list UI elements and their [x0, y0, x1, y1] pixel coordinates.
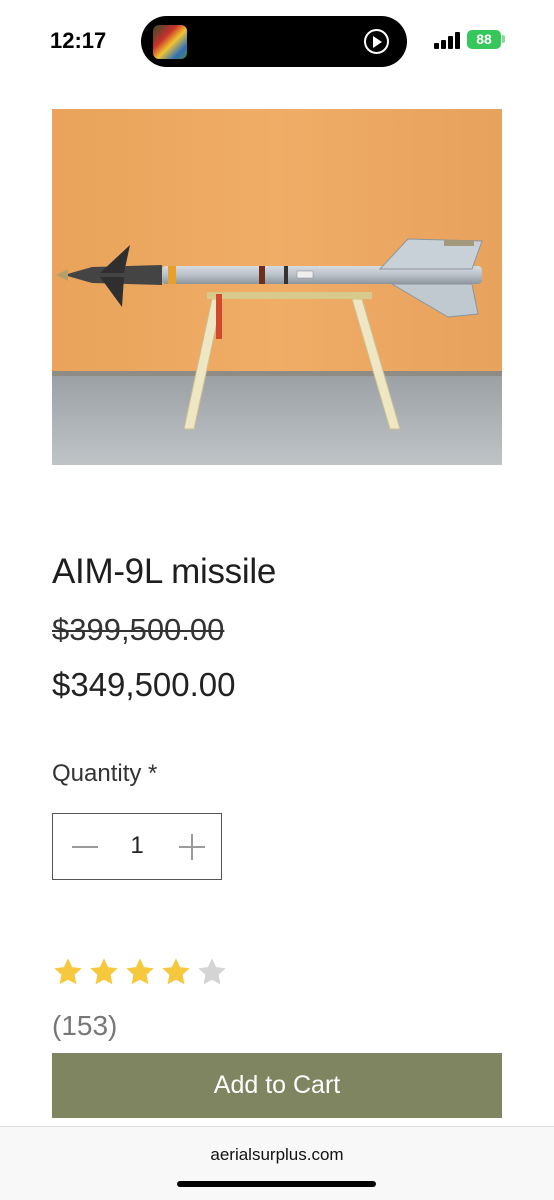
add-to-cart-button[interactable]: Add to Cart [52, 1053, 502, 1118]
sale-price: $349,500.00 [52, 666, 236, 703]
star-icon [126, 958, 154, 985]
increment-icon[interactable] [179, 834, 205, 860]
original-price: $399,500.00 [52, 612, 225, 647]
dynamic-island[interactable] [141, 16, 407, 67]
battery-tip [502, 35, 505, 43]
now-playing-artwork-icon[interactable] [153, 25, 187, 59]
quantity-label: Quantity * [52, 760, 158, 787]
home-indicator[interactable] [177, 1181, 376, 1187]
decrement-icon[interactable] [72, 834, 98, 860]
star-icon [90, 958, 118, 985]
star-empty-icon [198, 958, 226, 985]
product-title: AIM-9L missile [52, 552, 276, 591]
quantity-stepper[interactable]: 1 [52, 813, 222, 880]
browser-url-bar[interactable]: aerialsurplus.com [0, 1126, 554, 1200]
missile-on-stand-image[interactable] [52, 109, 502, 465]
star-icon [162, 958, 190, 985]
quantity-value[interactable]: 1 [113, 832, 161, 860]
play-circle-icon[interactable] [364, 29, 389, 54]
url-text[interactable]: aerialsurplus.com [0, 1145, 554, 1165]
signal-icon [434, 31, 462, 49]
status-time: 12:17 [50, 28, 107, 53]
star-icon [54, 958, 82, 985]
review-count[interactable]: (153) [52, 1010, 117, 1042]
product-page: 12:17 88 AIM-9L missile $399,500.00 $349… [0, 0, 554, 1200]
battery-icon: 88 [467, 30, 501, 49]
